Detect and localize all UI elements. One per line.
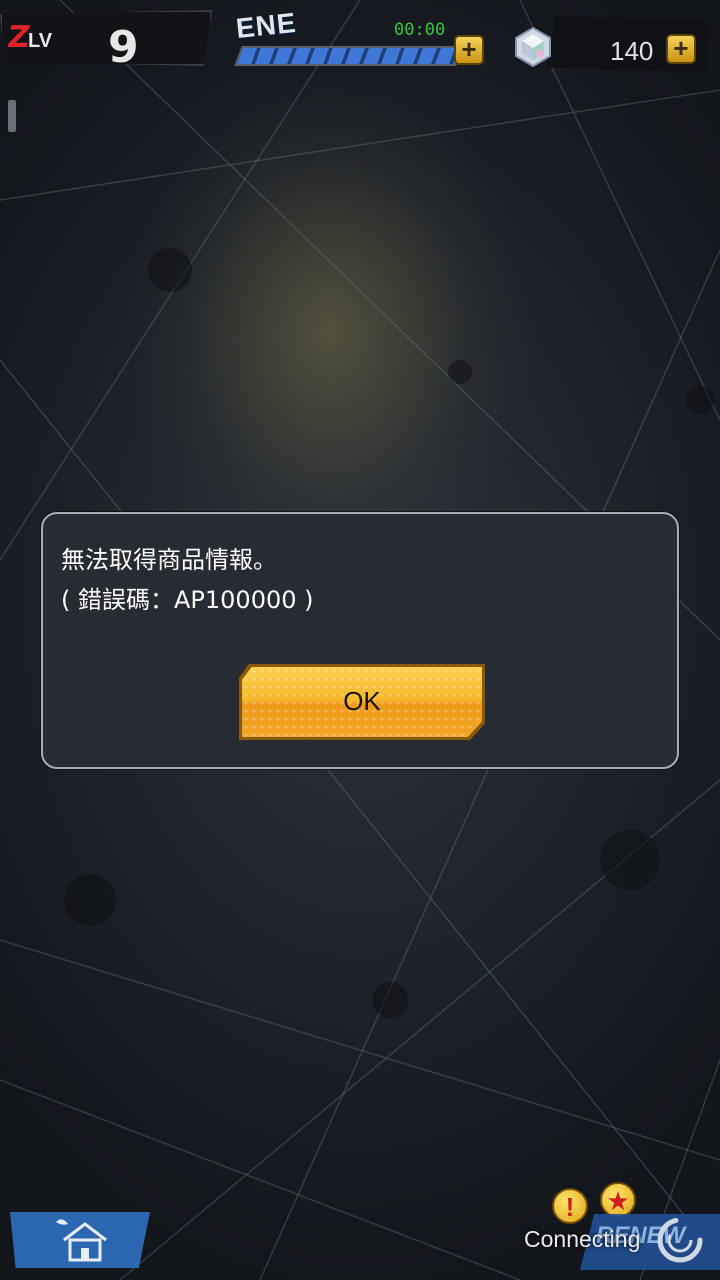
gem-icon (515, 26, 551, 68)
alert-badge-icon[interactable]: ! (552, 1188, 588, 1224)
loading-spinner-icon (657, 1217, 703, 1263)
energy-bar (234, 46, 464, 66)
ok-button[interactable]: OK (239, 664, 485, 740)
star-badge-icon[interactable]: ★ (600, 1182, 636, 1218)
error-message-line1: 無法取得商品情報。 (61, 546, 277, 574)
home-icon (56, 1219, 107, 1262)
connecting-status: Connecting (524, 1226, 641, 1252)
error-dialog: 無法取得商品情報。 ( 錯誤碼：AP100000 ) OK (41, 512, 679, 769)
error-code-line: ( 錯誤碼：AP100000 ) (61, 586, 314, 614)
energy-timer: 00:00 (394, 20, 446, 40)
level-label: LV (28, 30, 53, 52)
energy-label: ENE (234, 6, 298, 45)
level-panel: Z LV 9 (0, 4, 215, 74)
add-gems-button[interactable]: + (666, 34, 696, 64)
energy-panel: ENE 00:00 + (226, 4, 496, 74)
level-value: 9 (108, 22, 139, 73)
add-energy-button[interactable]: + (454, 35, 484, 65)
gem-panel: 140 + (506, 10, 712, 80)
side-handle[interactable] (8, 100, 16, 132)
energy-bar-fill (237, 48, 461, 64)
ok-button-label: OK (343, 686, 381, 716)
gem-count: 140 (610, 36, 654, 66)
home-button[interactable] (10, 1212, 150, 1268)
error-message: 無法取得商品情報。 ( 錯誤碼：AP100000 ) (61, 540, 314, 620)
